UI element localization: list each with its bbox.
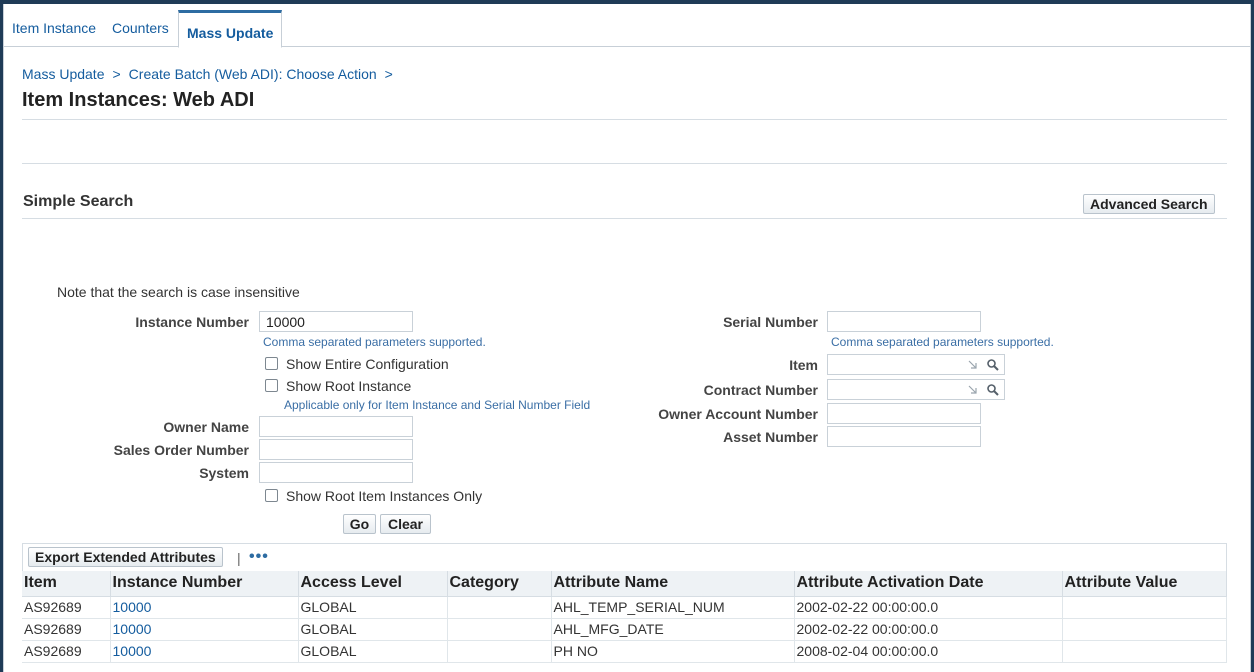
table-row: AS92689 10000 GLOBAL AHL_MFG_DATE 2002-0…: [22, 618, 1227, 641]
sales-order-number-label: Sales Order Number: [113, 442, 249, 458]
divider: [22, 163, 1227, 164]
column-header-item[interactable]: Item: [22, 571, 111, 597]
breadcrumb: Mass Update > Create Batch (Web ADI): Choo…: [22, 66, 401, 82]
lov-arrow-icon: [968, 360, 977, 369]
cell-attribute-activation-date: 2002-02-22 00:00:00.0: [794, 618, 1063, 641]
divider: [22, 218, 1227, 219]
cell-access-level: GLOBAL: [298, 618, 448, 641]
show-root-only-label: Show Root Item Instances Only: [286, 488, 483, 504]
contract-number-lov-input[interactable]: [827, 379, 1005, 400]
serial-number-label: Serial Number: [723, 314, 818, 330]
column-header-attribute-name[interactable]: Attribute Name: [551, 571, 795, 597]
cell-attribute-value: [1062, 596, 1227, 619]
owner-account-number-label: Owner Account Number: [658, 406, 818, 422]
more-actions-icon[interactable]: •••: [249, 548, 269, 566]
table-row: AS92689 10000 GLOBAL PH NO 2008-02-04 00…: [22, 640, 1227, 663]
instance-number-hint: Comma separated parameters supported.: [263, 335, 486, 349]
asset-number-input[interactable]: [827, 426, 981, 447]
page-title: Item Instances: Web ADI: [22, 89, 255, 111]
show-entire-config-label: Show Entire Configuration: [286, 356, 449, 372]
cell-instance-number: 10000: [110, 596, 299, 619]
show-root-instance-checkbox[interactable]: [265, 379, 278, 392]
results-table: Item Instance Number Access Level Catego…: [22, 571, 1227, 663]
show-root-only-checkbox[interactable]: [265, 489, 278, 502]
column-header-attribute-activation-date[interactable]: Attribute Activation Date: [794, 571, 1063, 597]
cell-instance-number: 10000: [110, 640, 299, 663]
cell-item: AS92689: [22, 596, 111, 619]
cell-instance-number: 10000: [110, 618, 299, 641]
cell-attribute-name: PH NO: [551, 640, 795, 663]
tab-bar: Item Instance Counters Mass Update: [4, 4, 1250, 48]
column-header-attribute-value[interactable]: Attribute Value: [1062, 571, 1227, 597]
system-input[interactable]: [259, 462, 413, 483]
owner-account-number-input[interactable]: [827, 403, 981, 424]
tab-counters[interactable]: Counters: [112, 20, 169, 40]
advanced-search-button[interactable]: Advanced Search: [1083, 194, 1215, 214]
toolbar-separator: |: [237, 550, 241, 566]
cell-attribute-value: [1062, 618, 1227, 641]
cell-access-level: GLOBAL: [298, 640, 448, 663]
cell-attribute-value: [1062, 640, 1227, 663]
divider: [22, 119, 1227, 120]
search-icon[interactable]: [986, 358, 1000, 372]
serial-number-input[interactable]: [827, 311, 981, 332]
cell-item: AS92689: [22, 618, 111, 641]
table-row: AS92689 10000 GLOBAL AHL_TEMP_SERIAL_NUM…: [22, 596, 1227, 619]
search-note: Note that the search is case insensitive: [57, 284, 300, 300]
cell-category: [447, 618, 552, 641]
item-label: Item: [789, 357, 818, 373]
instance-number-link[interactable]: 10000: [113, 643, 152, 659]
instance-number-label: Instance Number: [135, 314, 249, 330]
show-entire-config-checkbox[interactable]: [265, 357, 278, 370]
instance-number-input[interactable]: [259, 311, 413, 332]
cell-attribute-activation-date: 2008-02-04 00:00:00.0: [794, 640, 1063, 663]
tab-item-instance[interactable]: Item Instance: [12, 20, 96, 40]
column-header-access-level[interactable]: Access Level: [298, 571, 448, 597]
go-button[interactable]: Go: [343, 514, 376, 534]
export-extended-attributes-button[interactable]: Export Extended Attributes: [28, 547, 223, 567]
instance-number-link[interactable]: 10000: [113, 599, 152, 615]
results-toolbar: Export Extended Attributes | •••: [22, 543, 1227, 571]
app-frame: Item Instance Counters Mass Update Mass …: [3, 4, 1251, 672]
instance-number-link[interactable]: 10000: [113, 621, 152, 637]
breadcrumb-separator: >: [384, 66, 393, 82]
show-root-instance-label: Show Root Instance: [286, 378, 412, 394]
search-icon[interactable]: [986, 383, 1000, 397]
clear-button[interactable]: Clear: [380, 514, 431, 534]
owner-name-label: Owner Name: [163, 419, 249, 435]
cell-attribute-name: AHL_MFG_DATE: [551, 618, 795, 641]
cell-attribute-activation-date: 2002-02-22 00:00:00.0: [794, 596, 1063, 619]
cell-attribute-name: AHL_TEMP_SERIAL_NUM: [551, 596, 795, 619]
cell-item: AS92689: [22, 640, 111, 663]
contract-number-label: Contract Number: [703, 382, 818, 398]
lov-arrow-icon: [968, 385, 977, 394]
serial-number-hint: Comma separated parameters supported.: [831, 335, 1054, 349]
section-title-simple-search: Simple Search: [23, 193, 134, 210]
tab-mass-update[interactable]: Mass Update: [178, 10, 283, 48]
asset-number-label: Asset Number: [723, 429, 818, 445]
system-label: System: [199, 465, 249, 481]
column-header-instance-number[interactable]: Instance Number: [110, 571, 299, 597]
sales-order-number-input[interactable]: [259, 439, 413, 460]
cell-access-level: GLOBAL: [298, 596, 448, 619]
column-header-category[interactable]: Category: [447, 571, 552, 597]
item-lov-input[interactable]: [827, 354, 1005, 375]
cell-category: [447, 640, 552, 663]
cell-category: [447, 596, 552, 619]
breadcrumb-mass-update[interactable]: Mass Update: [22, 66, 104, 82]
breadcrumb-separator: >: [112, 66, 121, 82]
breadcrumb-create-batch[interactable]: Create Batch (Web ADI): Choose Action: [129, 66, 377, 82]
applicable-hint: Applicable only for Item Instance and Se…: [284, 398, 591, 412]
table-header-row: Item Instance Number Access Level Catego…: [22, 571, 1227, 597]
owner-name-input[interactable]: [259, 416, 413, 437]
